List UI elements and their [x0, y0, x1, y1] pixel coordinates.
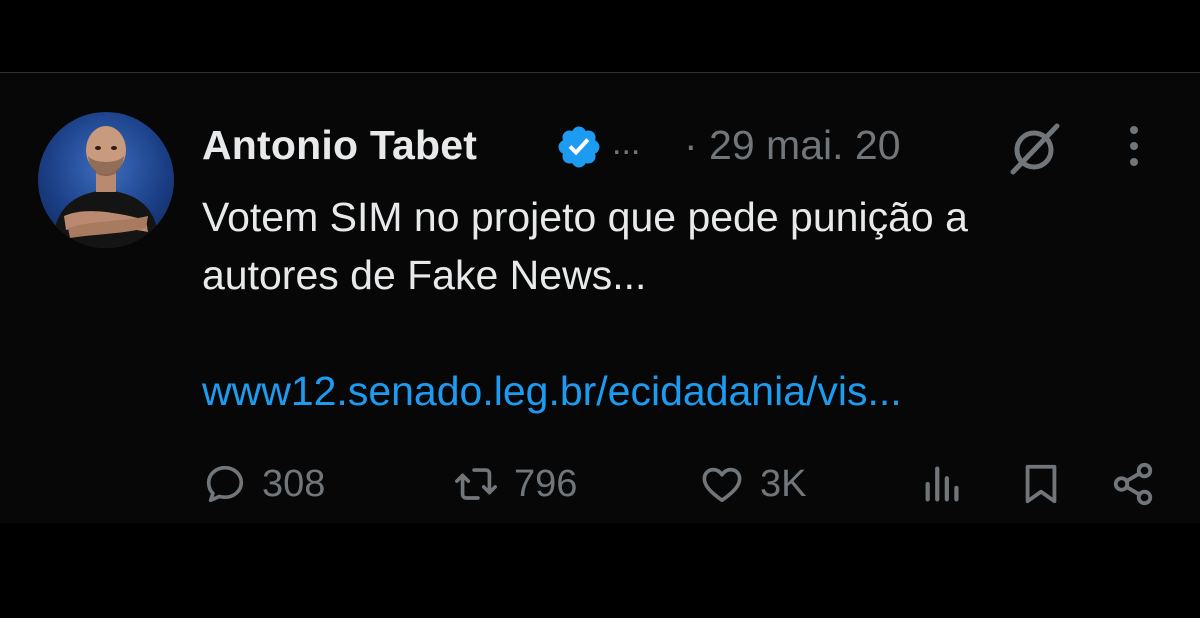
more-vertical-icon[interactable] [1120, 122, 1148, 170]
reply-count: 308 [262, 462, 326, 505]
reply-icon [206, 465, 244, 503]
bookmark-icon [1025, 464, 1057, 504]
retweet-button[interactable]: 796 [452, 456, 577, 512]
bookmark-button[interactable] [1018, 456, 1064, 512]
retweet-icon [455, 468, 497, 500]
author-name[interactable]: Antonio Tabet [202, 122, 477, 169]
tweet-text-line: autores de Fake News... [202, 252, 647, 298]
share-button[interactable] [1110, 456, 1156, 512]
avatar[interactable] [38, 112, 174, 248]
tweet-text-line: Votem SIM no projeto que pede punição a [202, 194, 968, 240]
header-ellipsis: ... [612, 124, 641, 162]
reply-button[interactable]: 308 [202, 456, 325, 512]
verified-badge-icon [555, 123, 603, 171]
views-chart-icon [925, 466, 959, 502]
like-count: 3K [760, 462, 807, 505]
tweet-date[interactable]: · 29 mai. 20 [684, 122, 901, 169]
views-button[interactable] [920, 456, 966, 512]
heart-icon [702, 467, 742, 503]
screenshot-page: Antonio Tabet ... · 29 mai. 20 Votem SIM… [0, 0, 1200, 618]
tweet-link[interactable]: www12.senado.leg.br/ecidadania/vis... [202, 362, 902, 420]
retweet-count: 796 [514, 462, 578, 505]
grok-icon[interactable] [1005, 120, 1063, 176]
like-button[interactable]: 3K [698, 456, 806, 512]
share-icon [1113, 462, 1153, 506]
avatar-photo [52, 126, 160, 248]
tweet-header: Antonio Tabet ... · 29 mai. 20 [202, 118, 1162, 176]
tweet-text: Votem SIM no projeto que pede punição a … [202, 188, 1182, 304]
tweet-actions: 308 796 3K [200, 456, 1160, 512]
